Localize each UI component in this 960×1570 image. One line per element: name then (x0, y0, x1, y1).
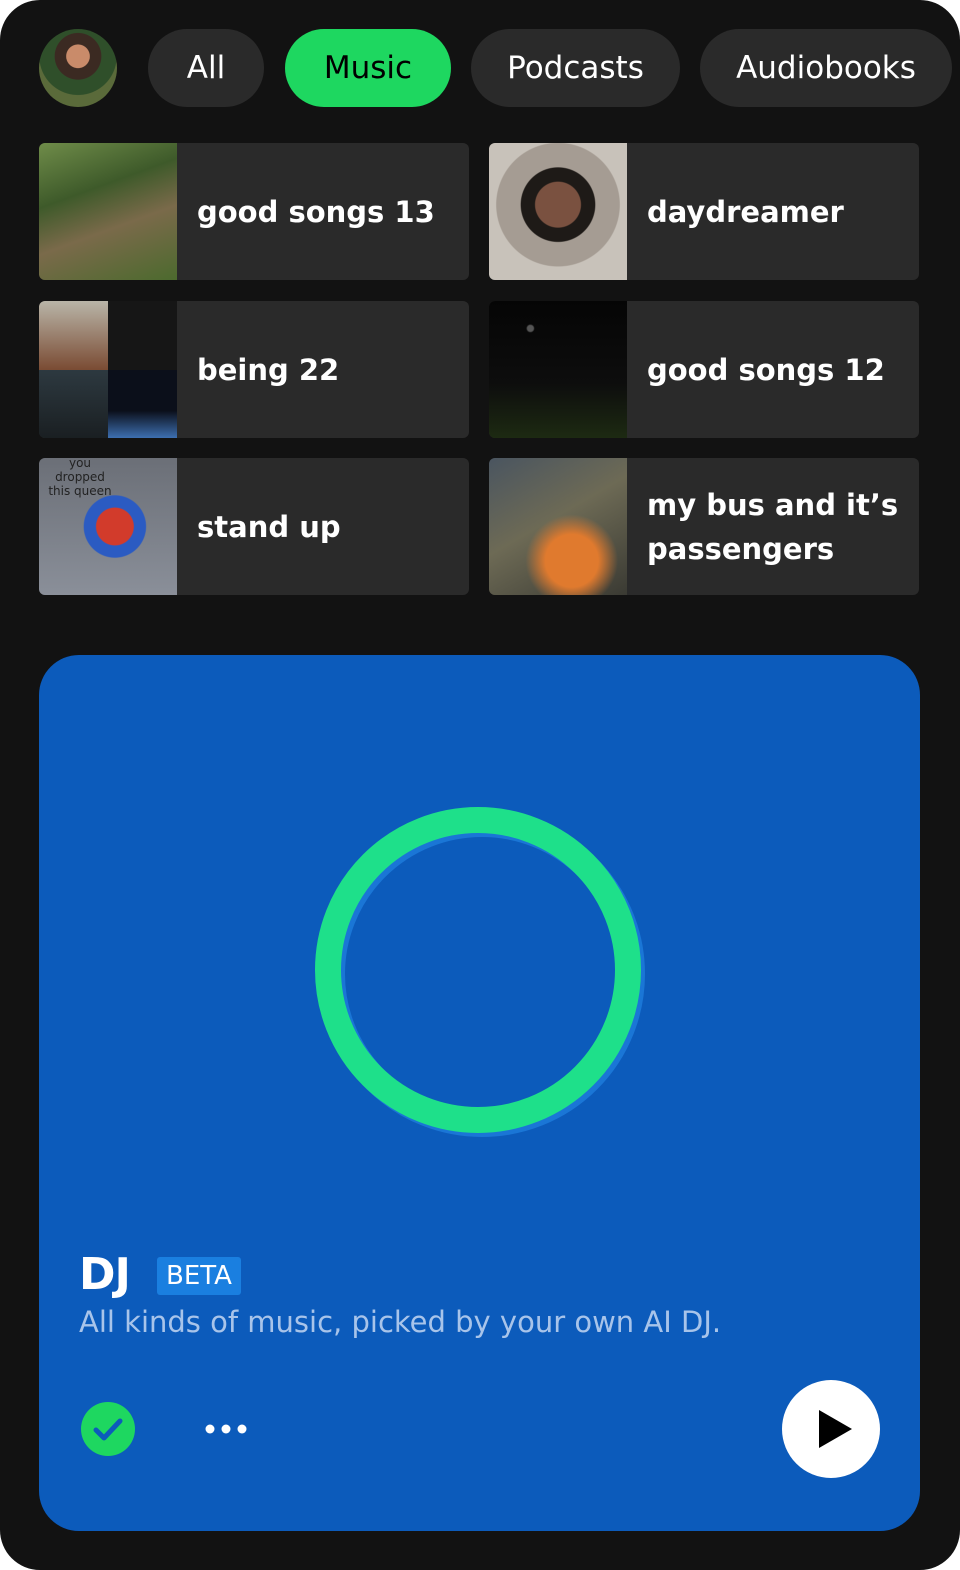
filter-chips: All Music Podcasts Audiobooks (0, 29, 960, 107)
dj-card[interactable]: DJ BETA All kinds of music, picked by yo… (39, 655, 920, 1531)
playlist-mosaic-cover (39, 301, 177, 438)
shortcut-tile[interactable]: daydreamer (489, 143, 919, 280)
shortcut-title: good songs 12 (647, 352, 885, 387)
beta-badge: BETA (157, 1257, 241, 1295)
dj-title: DJ (79, 1249, 131, 1300)
shortcut-title: stand up (197, 509, 341, 544)
shortcut-title: daydreamer (647, 194, 844, 229)
playlist-cover-image (39, 143, 177, 280)
shortcut-tile[interactable]: you dropped this queen stand up (39, 458, 469, 595)
chip-all[interactable]: All (148, 29, 264, 107)
dj-ring-graphic (315, 807, 645, 1137)
shortcut-title: being 22 (197, 352, 340, 387)
app-screen: All Music Podcasts Audiobooks good songs… (0, 0, 960, 1570)
chip-music[interactable]: Music (285, 29, 451, 107)
play-button[interactable] (782, 1380, 880, 1478)
more-horizontal-icon[interactable] (204, 1423, 248, 1435)
check-circle-icon[interactable] (81, 1402, 135, 1456)
dj-subtitle: All kinds of music, picked by your own A… (79, 1305, 722, 1339)
chip-podcasts[interactable]: Podcasts (471, 29, 680, 107)
shortcut-tile[interactable]: good songs 12 (489, 301, 919, 438)
shortcut-tile[interactable]: my bus and it’s passengers (489, 458, 919, 595)
shortcut-title: my bus and it’s passengers (647, 487, 899, 566)
playlist-cover-image (489, 143, 627, 280)
chip-audiobooks[interactable]: Audiobooks (700, 29, 952, 107)
shortcut-tile[interactable]: being 22 (39, 301, 469, 438)
shortcut-title: good songs 13 (197, 194, 435, 229)
cover-caption: you dropped this queen (48, 458, 112, 498)
shortcut-tile[interactable]: good songs 13 (39, 143, 469, 280)
playlist-cover-image (489, 458, 627, 595)
playlist-cover-image (489, 301, 627, 438)
playlist-cover-image: you dropped this queen (39, 458, 177, 595)
play-icon (819, 1410, 852, 1448)
